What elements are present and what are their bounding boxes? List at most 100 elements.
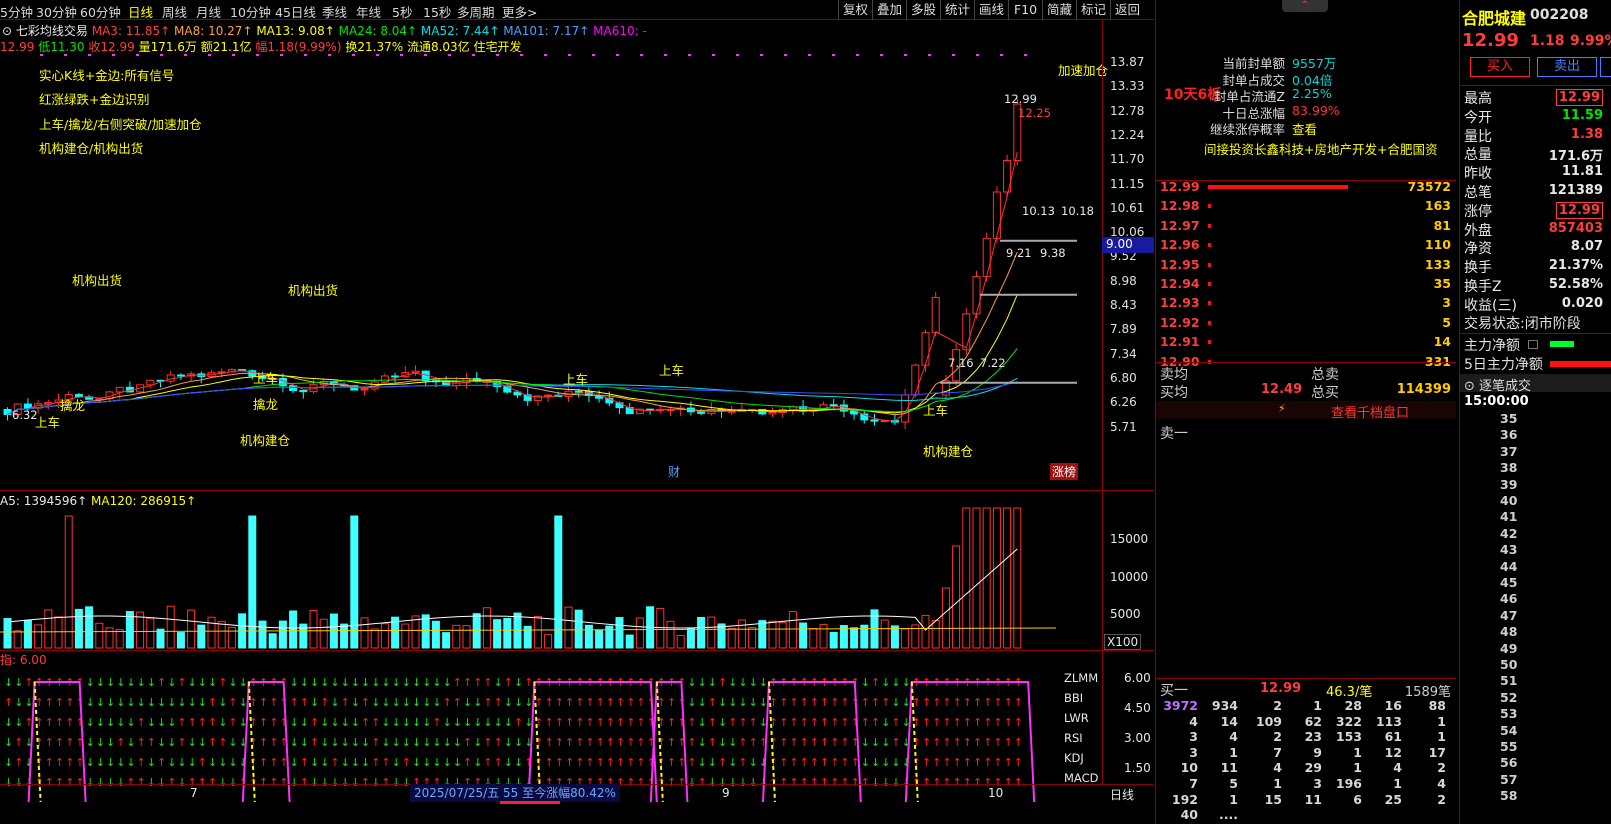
signal-axis-label: 3.00 xyxy=(1124,731,1151,745)
signal-arrow: ↑ xyxy=(1014,776,1023,789)
period-daily[interactable]: 日线 xyxy=(128,2,153,21)
candle-body xyxy=(44,402,53,405)
f10-button[interactable]: F10 xyxy=(1008,0,1042,20)
signal-arrow: ↓ xyxy=(116,776,125,789)
ticks-header[interactable]: ⊙ 逐笔成交 xyxy=(1464,375,1531,394)
period-60min[interactable]: 60分钟 xyxy=(80,2,121,21)
top-dot xyxy=(568,54,571,56)
period-15sec[interactable]: 15秒 xyxy=(423,2,451,21)
signal-arrow: ↓ xyxy=(738,776,747,789)
volume-bar xyxy=(268,633,277,649)
level-volume: 73572 xyxy=(1407,179,1452,194)
more-button[interactable] xyxy=(1600,57,1611,77)
queue-cell: 1 xyxy=(1437,713,1446,729)
period-10min[interactable]: 10分钟 xyxy=(230,2,271,21)
signal-arrow: ↑ xyxy=(453,696,462,709)
signal-arrow: ↑ xyxy=(198,776,207,789)
queue-cell: 61 xyxy=(1384,729,1402,745)
price-pct: 9.99% xyxy=(1570,33,1611,49)
info-icon[interactable] xyxy=(1528,340,1538,349)
level-price: 12.99 xyxy=(1160,179,1200,194)
top-dot xyxy=(592,54,595,56)
signal-label: 机构出货 xyxy=(288,283,339,298)
signal-arrow: ↑ xyxy=(300,696,309,709)
signal-arrow: ↓ xyxy=(371,696,380,709)
stats-button[interactable]: 统计 xyxy=(940,0,974,20)
signal-arrow: ↑ xyxy=(575,696,584,709)
signal-arrow: ↓ xyxy=(330,716,339,729)
signal-arrow: ↑ xyxy=(616,716,625,729)
collapse-tab-icon[interactable]: ⌃ xyxy=(1282,0,1328,12)
multi-stock-button[interactable]: 多股 xyxy=(906,0,940,20)
signal-arrow: ↓ xyxy=(167,696,176,709)
signal-arrow: ↑ xyxy=(228,696,237,709)
signal-arrow: ↑ xyxy=(708,696,717,709)
queue-cell: 934 xyxy=(1211,698,1238,713)
level-price: 12.93 xyxy=(1160,295,1200,311)
period-multi[interactable]: 多周期 xyxy=(457,2,495,21)
period-quarter[interactable]: 季线 xyxy=(322,2,347,21)
queue-cell: 3 xyxy=(1189,744,1198,760)
period-weekly[interactable]: 周线 xyxy=(162,2,187,21)
view-depth-link[interactable]: 查看千档盘口 xyxy=(1331,402,1409,421)
period-5sec[interactable]: 5秒 xyxy=(392,2,412,21)
signal-arrow: ↑ xyxy=(534,736,543,749)
signal-arrow: ↓ xyxy=(188,756,197,769)
simple-button[interactable]: 简藏 xyxy=(1042,0,1076,20)
queue-cell: 196 xyxy=(1335,776,1362,791)
signal-arrow: ↓ xyxy=(320,716,329,729)
signal-arrow: ↓ xyxy=(351,776,360,789)
signal-arrow: ↑ xyxy=(463,756,472,769)
volume-bar xyxy=(931,619,940,649)
buy-button[interactable]: 买入 xyxy=(1470,57,1530,77)
period-45day[interactable]: 45日线 xyxy=(275,2,316,21)
signal-label: 上车 xyxy=(563,372,589,387)
signal-arrow: ↑ xyxy=(667,696,676,709)
signal-arrow: ↑ xyxy=(983,696,992,709)
signal-arrow: ↑ xyxy=(830,696,839,709)
limit-up-badge[interactable]: 涨榜 xyxy=(1050,463,1079,480)
back-button[interactable]: 返回 xyxy=(1110,0,1144,20)
signal-arrow: ↑ xyxy=(188,716,197,729)
date-scrollbar[interactable] xyxy=(500,801,560,804)
signal-arrow: ↑ xyxy=(800,776,809,789)
signal-arrow: ↑ xyxy=(932,736,941,749)
period-5min[interactable]: 5分钟 xyxy=(0,2,33,21)
low-label: 6.32 xyxy=(12,408,38,422)
signal-arrow: ↓ xyxy=(24,696,33,709)
volume-bar xyxy=(217,620,226,649)
signal-arrow: ↑ xyxy=(922,696,931,709)
overlay-button[interactable]: 叠加 xyxy=(872,0,906,20)
period-30min[interactable]: 30分钟 xyxy=(36,2,77,21)
volume-bar xyxy=(156,628,165,649)
top-dot xyxy=(208,54,211,56)
kline-chart[interactable]: ↓↑↓↓↓↓↓↓↓↑↑↓↑↓↑↓↓↓↑↑↑↑↑↑↑↑↑↑↑↑↑↑↑↑↑↑↑↑↑↑… xyxy=(0,20,1154,804)
concept-text: 间接投资长鑫科技+房地产开发+合肥国资 xyxy=(1204,142,1438,157)
stock-code: 002208 xyxy=(1530,7,1589,23)
signal-arrow: ↓ xyxy=(861,756,870,769)
mark-button[interactable]: 标记 xyxy=(1076,0,1110,20)
volume-bar xyxy=(992,507,1001,649)
period-toolbar: 5分钟 30分钟 60分钟 日线 周线 月线 10分钟 45日线 季线 年线 5… xyxy=(0,0,1154,20)
signal-arrow: ↓ xyxy=(891,676,900,689)
signal-arrow: ↑ xyxy=(973,696,982,709)
signal-arrow: ↓ xyxy=(126,716,135,729)
finance-marker[interactable]: 财 xyxy=(668,463,680,480)
period-monthly[interactable]: 月线 xyxy=(196,2,221,21)
chart-area[interactable]: ⊙ 七彩均线交易 MA3: 11.85↑ MA8: 10.27↑ MA13: 9… xyxy=(0,20,1154,804)
level-price: 12.91 xyxy=(1160,334,1200,350)
signal-arrow: ↓ xyxy=(239,696,248,709)
period-year[interactable]: 年线 xyxy=(356,2,381,21)
signal-arrow: ↑ xyxy=(483,676,492,689)
signal-arrow: ↓ xyxy=(728,696,737,709)
signal-arrow: ↓ xyxy=(320,756,329,769)
tick-row: 38 xyxy=(1500,460,1518,476)
adjust-button[interactable]: 复权 xyxy=(838,0,872,20)
volume-bar xyxy=(34,624,43,649)
volume-bar xyxy=(493,619,502,649)
sell-button[interactable]: 卖出 xyxy=(1537,57,1597,77)
queue-cell: 25 xyxy=(1384,791,1402,807)
draw-button[interactable]: 画线 xyxy=(974,0,1008,20)
period-more[interactable]: 更多> xyxy=(502,2,537,21)
signal-arrow: ↓ xyxy=(310,696,319,709)
